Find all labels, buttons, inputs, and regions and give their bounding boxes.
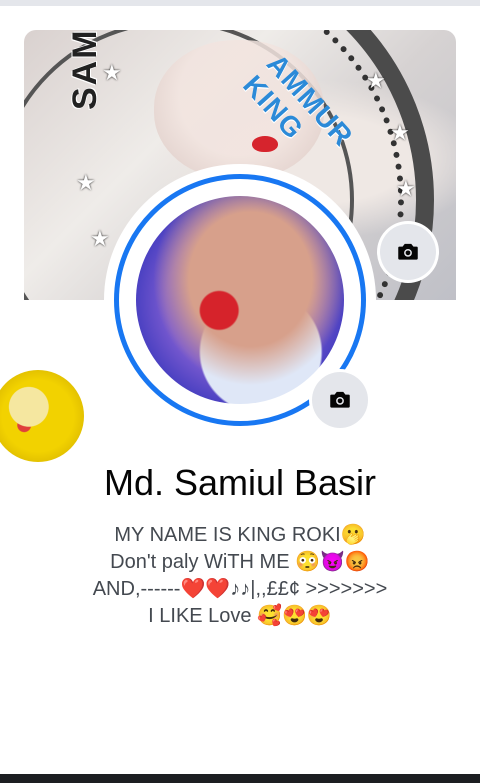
star-icon: ★ <box>396 176 416 201</box>
bio-line: Don't paly WiTH ME 😳😈😡 <box>110 551 370 573</box>
profile-picture[interactable] <box>136 196 344 404</box>
cover-lips <box>252 136 278 152</box>
top-divider <box>0 0 480 6</box>
bio-line: AND,------❤️❤️♪♪|,,££¢ >>>>>>> <box>92 578 388 600</box>
profile-bio: MY NAME IS KING ROKI🫢 Don't paly WiTH ME… <box>0 522 480 630</box>
story-avatar[interactable] <box>0 370 84 462</box>
star-icon: ★ <box>76 170 96 195</box>
star-icon: ★ <box>366 68 386 93</box>
bio-line: MY NAME IS KING ROKI🫢 <box>114 524 366 546</box>
camera-icon <box>398 243 418 260</box>
bottom-edge <box>0 774 480 783</box>
cover-text-left: SAMIUL <box>66 30 104 110</box>
bio-line: I LIKE Love 🥰😍😍 <box>148 605 332 627</box>
profile-name: Md. Samiul Basir <box>103 462 377 503</box>
camera-icon <box>330 391 350 408</box>
star-icon: ★ <box>390 120 410 145</box>
star-icon: ★ <box>90 226 110 251</box>
edit-cover-photo-button[interactable] <box>380 224 436 280</box>
edit-profile-picture-button[interactable] <box>312 372 368 428</box>
